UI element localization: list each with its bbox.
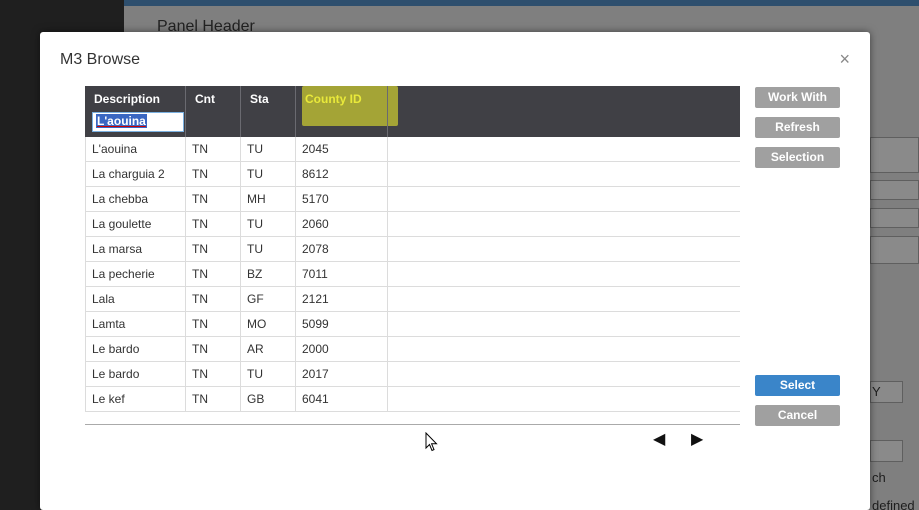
background-field (870, 440, 903, 462)
column-header-label: Sta (250, 92, 269, 106)
column-header-label: Cnt (195, 92, 215, 106)
close-icon[interactable]: × (839, 50, 850, 68)
refresh-button[interactable]: Refresh (755, 117, 840, 138)
grid-footer-divider (85, 424, 740, 425)
cell-county-id: 5099 (296, 312, 388, 337)
cell-description: La marsa (85, 237, 186, 262)
cell-county-id: 2078 (296, 237, 388, 262)
background-field (870, 236, 919, 264)
column-header-cnt[interactable]: Cnt (186, 86, 241, 137)
column-header-county-id[interactable]: County ID (296, 86, 388, 137)
cell-cnt: TN (186, 287, 241, 312)
cell-description: La charguia 2 (85, 162, 186, 187)
cell-cnt: TN (186, 387, 241, 412)
cell-description: L'aouina (85, 137, 186, 162)
cell-description: Lala (85, 287, 186, 312)
cell-cnt: TN (186, 262, 241, 287)
column-header-label: Description (94, 92, 161, 106)
column-header-label: County ID (305, 92, 362, 106)
table-row[interactable]: La marsa TN TU 2078 (85, 237, 740, 262)
cell-description: Lamta (85, 312, 186, 337)
column-header-sta[interactable]: Sta (241, 86, 296, 137)
cell-description: Le bardo (85, 337, 186, 362)
cell-sta: BZ (241, 262, 296, 287)
table-row[interactable]: Le bardo TN AR 2000 (85, 337, 740, 362)
cell-county-id: 2017 (296, 362, 388, 387)
cell-cnt: TN (186, 137, 241, 162)
background-text: defined (872, 498, 915, 510)
select-button[interactable]: Select (755, 375, 840, 396)
table-row[interactable]: La pecherie TN BZ 7011 (85, 262, 740, 287)
cell-county-id: 7011 (296, 262, 388, 287)
browse-grid: Description L'aouina Cnt Sta County ID L… (85, 86, 740, 412)
cell-sta: MH (241, 187, 296, 212)
cell-description: La chebba (85, 187, 186, 212)
cell-county-id: 5170 (296, 187, 388, 212)
background-field (870, 208, 919, 228)
cell-cnt: TN (186, 362, 241, 387)
cell-sta: TU (241, 362, 296, 387)
table-row[interactable]: Le kef TN GB 6041 (85, 387, 740, 412)
cell-description: Le bardo (85, 362, 186, 387)
grid-header: Description L'aouina Cnt Sta County ID (85, 86, 740, 137)
dialog-title: M3 Browse (60, 51, 141, 68)
cell-cnt: TN (186, 187, 241, 212)
cancel-button[interactable]: Cancel (755, 405, 840, 426)
work-with-button[interactable]: Work With (755, 87, 840, 108)
filter-value: L'aouina (96, 114, 147, 128)
next-page-icon[interactable]: ▶ (691, 429, 703, 449)
cell-description: Le kef (85, 387, 186, 412)
cell-cnt: TN (186, 162, 241, 187)
cell-cnt: TN (186, 337, 241, 362)
background-text: ch (872, 470, 886, 485)
cell-cnt: TN (186, 312, 241, 337)
cell-county-id: 2121 (296, 287, 388, 312)
cell-sta: TU (241, 162, 296, 187)
cell-sta: GF (241, 287, 296, 312)
selection-button[interactable]: Selection (755, 147, 840, 168)
table-row[interactable]: La goulette TN TU 2060 (85, 212, 740, 237)
table-row[interactable]: Lala TN GF 2121 (85, 287, 740, 312)
cell-description: La goulette (85, 212, 186, 237)
cell-sta: GB (241, 387, 296, 412)
cell-cnt: TN (186, 212, 241, 237)
browse-dialog: M3 Browse × Description L'aouina Cnt Sta… (40, 32, 870, 510)
table-row[interactable]: Lamta TN MO 5099 (85, 312, 740, 337)
table-row[interactable]: Le bardo TN TU 2017 (85, 362, 740, 387)
background-field (870, 180, 919, 200)
table-row[interactable]: L'aouina TN TU 2045 (85, 137, 740, 162)
cell-county-id: 8612 (296, 162, 388, 187)
cell-county-id: 6041 (296, 387, 388, 412)
column-header-description[interactable]: Description L'aouina (85, 86, 186, 137)
previous-page-icon[interactable]: ◀ (653, 429, 665, 449)
cell-sta: MO (241, 312, 296, 337)
cell-sta: AR (241, 337, 296, 362)
cell-description: La pecherie (85, 262, 186, 287)
background-top-bar (124, 0, 919, 6)
grid-body: L'aouina TN TU 2045 La charguia 2 TN TU 8612 L… (85, 137, 740, 412)
cell-sta: TU (241, 237, 296, 262)
cell-county-id: 2060 (296, 212, 388, 237)
table-row[interactable]: La chebba TN MH 5170 (85, 187, 740, 212)
cell-county-id: 2045 (296, 137, 388, 162)
cell-sta: TU (241, 137, 296, 162)
cell-sta: TU (241, 212, 296, 237)
table-row[interactable]: La charguia 2 TN TU 8612 (85, 162, 740, 187)
cell-cnt: TN (186, 237, 241, 262)
cell-county-id: 2000 (296, 337, 388, 362)
mouse-cursor-icon (425, 432, 438, 452)
background-field (870, 137, 919, 173)
background-text: Y (872, 384, 881, 399)
description-filter-input[interactable]: L'aouina (92, 112, 184, 132)
